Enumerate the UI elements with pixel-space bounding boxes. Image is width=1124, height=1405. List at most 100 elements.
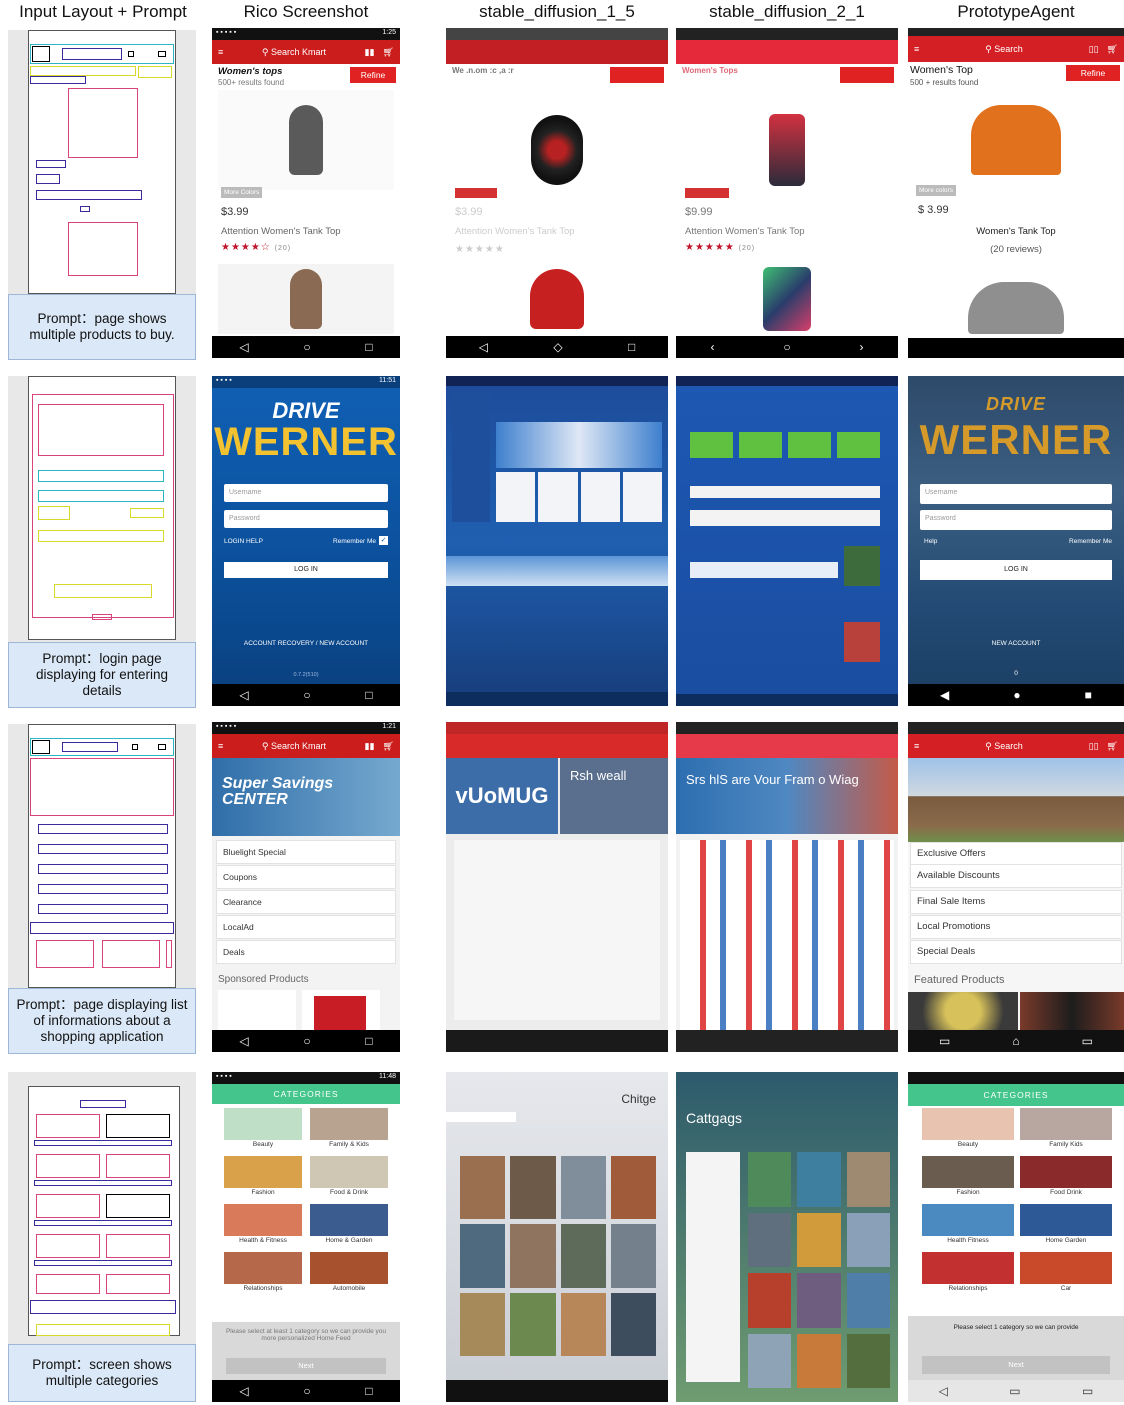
- home-icon[interactable]: ○: [783, 340, 790, 354]
- store-banner[interactable]: [908, 758, 1124, 842]
- recents-icon[interactable]: ▭: [1082, 1034, 1093, 1048]
- list-item[interactable]: Local Promotions: [910, 915, 1122, 939]
- category-tile[interactable]: Home & Garden: [310, 1204, 388, 1248]
- menu-icon[interactable]: ≡: [218, 741, 223, 751]
- list-item[interactable]: Exclusive Offers: [910, 842, 1122, 866]
- barcode-icon[interactable]: ▯▯: [1089, 741, 1099, 752]
- home-icon[interactable]: ▭: [1009, 1384, 1020, 1398]
- refine-button[interactable]: [610, 67, 664, 83]
- product-image-2[interactable]: [218, 264, 394, 334]
- menu-icon[interactable]: ≡: [914, 741, 919, 751]
- category-tile[interactable]: Beauty: [224, 1108, 302, 1152]
- recents-icon[interactable]: ▭: [1082, 1384, 1093, 1398]
- search-field[interactable]: ⚲ Search: [927, 741, 1080, 752]
- next-button[interactable]: Next: [226, 1358, 386, 1374]
- product-image[interactable]: [914, 90, 1118, 190]
- recents-icon[interactable]: □: [365, 1034, 372, 1048]
- login-help-link[interactable]: LOGIN HELP: [224, 538, 263, 545]
- username-field[interactable]: Username: [920, 484, 1112, 504]
- category-tile[interactable]: Car: [1020, 1252, 1112, 1296]
- refine-button[interactable]: [840, 67, 894, 83]
- refine-button[interactable]: Refine: [1066, 65, 1120, 81]
- list-item[interactable]: Coupons: [216, 865, 396, 889]
- remember-me-checkbox[interactable]: ✓: [379, 536, 388, 545]
- list-item[interactable]: Clearance: [216, 890, 396, 914]
- category-tile[interactable]: Relationships: [224, 1252, 302, 1296]
- back-icon[interactable]: ◁: [239, 688, 248, 702]
- recents-icon[interactable]: □: [628, 340, 635, 354]
- back-icon[interactable]: ◁: [239, 1034, 248, 1048]
- product-image[interactable]: [218, 90, 394, 190]
- list-item[interactable]: Available Discounts: [910, 864, 1122, 888]
- category-tile[interactable]: Health & Fitness: [224, 1204, 302, 1248]
- barcode-icon[interactable]: ▮▮: [365, 47, 375, 58]
- list-item[interactable]: Final Sale Items: [910, 890, 1122, 914]
- category-tile[interactable]: Food & Drink: [310, 1156, 388, 1200]
- category-tile[interactable]: Fashion: [224, 1156, 302, 1200]
- list-item[interactable]: Special Deals: [910, 940, 1122, 964]
- list-item[interactable]: LocalAd: [216, 915, 396, 939]
- featured-card[interactable]: [1020, 992, 1124, 1030]
- help-link[interactable]: Help: [924, 538, 937, 545]
- promo-banner[interactable]: Super Savings CENTER: [212, 758, 400, 836]
- category-tile[interactable]: Beauty: [922, 1108, 1014, 1152]
- cart-icon[interactable]: 🛒︎: [1107, 741, 1118, 752]
- home-icon[interactable]: ○: [303, 340, 310, 354]
- category-tile[interactable]: Food Drink: [1020, 1156, 1112, 1200]
- back-icon[interactable]: ◁: [939, 1384, 948, 1398]
- product-image-2[interactable]: [914, 264, 1118, 334]
- remember-me-label[interactable]: Remember Me: [1069, 538, 1112, 545]
- featured-card[interactable]: [908, 992, 1018, 1030]
- category-tile[interactable]: Home Garden: [1020, 1204, 1112, 1248]
- barcode-icon[interactable]: ▮▮: [365, 741, 375, 752]
- category-tile[interactable]: Automobile: [310, 1252, 388, 1296]
- search-field[interactable]: ⚲ Search Kmart: [231, 741, 356, 752]
- refine-button[interactable]: Refine: [350, 67, 396, 83]
- login-button[interactable]: LOG IN: [224, 562, 388, 578]
- recents-icon[interactable]: □: [365, 688, 372, 702]
- recents-icon[interactable]: □: [365, 1384, 372, 1398]
- barcode-icon[interactable]: ▯▯: [1089, 44, 1099, 55]
- wire-box: [106, 1114, 170, 1138]
- list-item[interactable]: Deals: [216, 940, 396, 964]
- username-field[interactable]: Username: [224, 484, 388, 502]
- login-button[interactable]: LOG IN: [920, 560, 1112, 580]
- back-icon[interactable]: ◁: [479, 340, 488, 354]
- back-icon[interactable]: ◀: [940, 688, 949, 702]
- category-tile[interactable]: Family & Kids: [310, 1108, 388, 1152]
- cart-icon[interactable]: 🛒︎: [383, 741, 394, 752]
- menu-icon[interactable]: ≡: [218, 47, 223, 57]
- category-tile[interactable]: Health Fitness: [922, 1204, 1014, 1248]
- home-icon[interactable]: ○: [303, 688, 310, 702]
- back-icon[interactable]: ▭: [939, 1034, 950, 1048]
- cart-icon[interactable]: 🛒︎: [1107, 44, 1118, 55]
- cart-icon[interactable]: 🛒︎: [383, 47, 394, 58]
- sponsored-product-card[interactable]: [302, 990, 380, 1030]
- home-icon[interactable]: ○: [303, 1384, 310, 1398]
- search-field[interactable]: ⚲ Search: [927, 44, 1080, 55]
- back-icon[interactable]: ◁: [239, 340, 248, 354]
- account-recovery-link[interactable]: ACCOUNT RECOVERY / NEW ACCOUNT: [212, 640, 400, 647]
- search-field[interactable]: ⚲ Search Kmart: [231, 47, 356, 58]
- password-field[interactable]: Password: [920, 510, 1112, 530]
- home-icon[interactable]: ○: [303, 1034, 310, 1048]
- sponsored-product-card[interactable]: [218, 990, 296, 1030]
- recents-icon[interactable]: □: [365, 340, 372, 354]
- recents-icon[interactable]: ›: [860, 340, 864, 354]
- product-name[interactable]: Attention Women's Tank Top: [221, 226, 341, 237]
- menu-icon[interactable]: ≡: [914, 44, 919, 54]
- home-icon[interactable]: ⌂: [1012, 1034, 1019, 1048]
- list-item[interactable]: Bluelight Special: [216, 840, 396, 864]
- next-button[interactable]: Next: [922, 1356, 1110, 1374]
- recents-icon[interactable]: ■: [1085, 688, 1092, 702]
- back-icon[interactable]: ‹: [710, 340, 714, 354]
- category-tile[interactable]: Relationships: [922, 1252, 1014, 1296]
- home-icon[interactable]: ●: [1013, 688, 1020, 702]
- password-field[interactable]: Password: [224, 510, 388, 528]
- category-tile[interactable]: Family Kids: [1020, 1108, 1112, 1152]
- home-icon[interactable]: ◇: [553, 340, 562, 354]
- product-name[interactable]: Women's Tank Top: [908, 226, 1124, 237]
- back-icon[interactable]: ◁: [239, 1384, 248, 1398]
- new-account-link[interactable]: NEW ACCOUNT: [908, 640, 1124, 647]
- category-tile[interactable]: Fashion: [922, 1156, 1014, 1200]
